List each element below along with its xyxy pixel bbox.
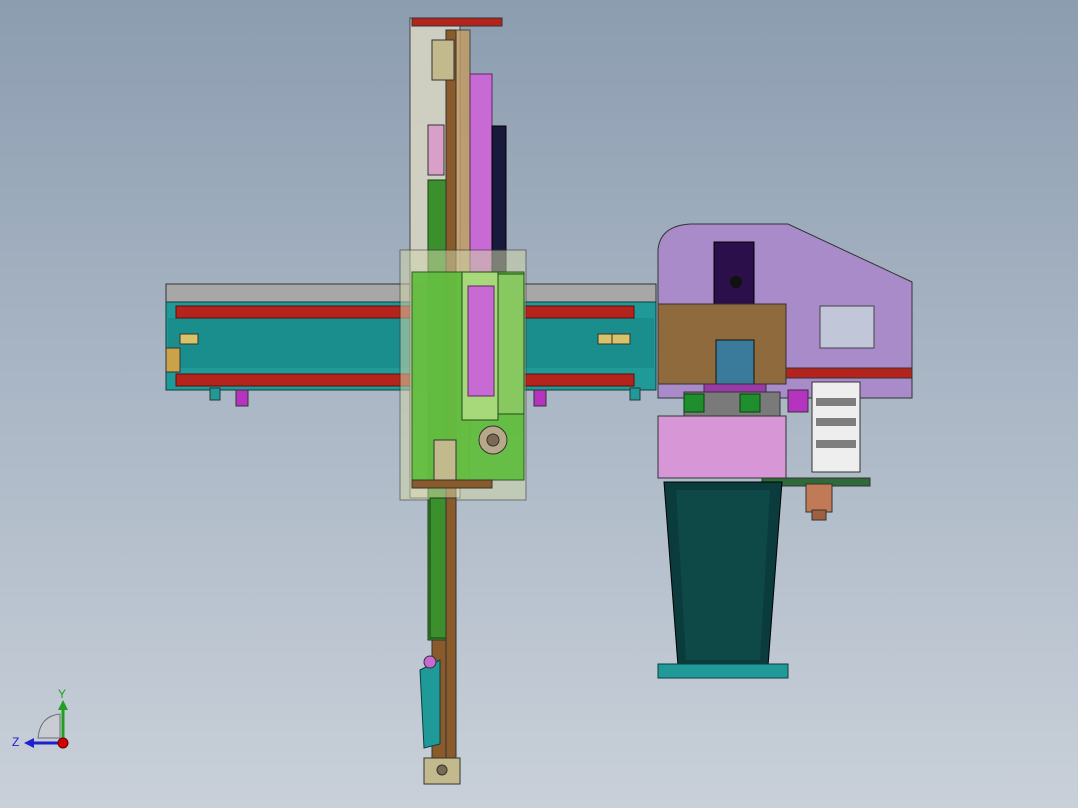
carriage-plate[interactable]: [399, 249, 527, 501]
triad-plane: [37, 713, 61, 739]
support-pedestal[interactable]: [657, 481, 789, 679]
gripper-arm[interactable]: [419, 497, 461, 785]
z-axis-label: Z: [12, 735, 19, 749]
y-axis-label: Y: [58, 687, 66, 701]
z-axis-arrow: [24, 738, 34, 748]
y-axis-arrow: [58, 700, 68, 710]
servo-motor: [715, 339, 755, 385]
x-axis-origin: [57, 737, 69, 749]
gantry-robot-model[interactable]: [0, 0, 1078, 808]
drive-housing-block[interactable]: [657, 415, 787, 479]
cad-viewport[interactable]: Y Z: [0, 0, 1078, 808]
pneumatic-cylinder: [469, 73, 493, 275]
carriage-gearbox[interactable]: [657, 303, 809, 417]
axis-triad: Y Z: [12, 687, 69, 749]
